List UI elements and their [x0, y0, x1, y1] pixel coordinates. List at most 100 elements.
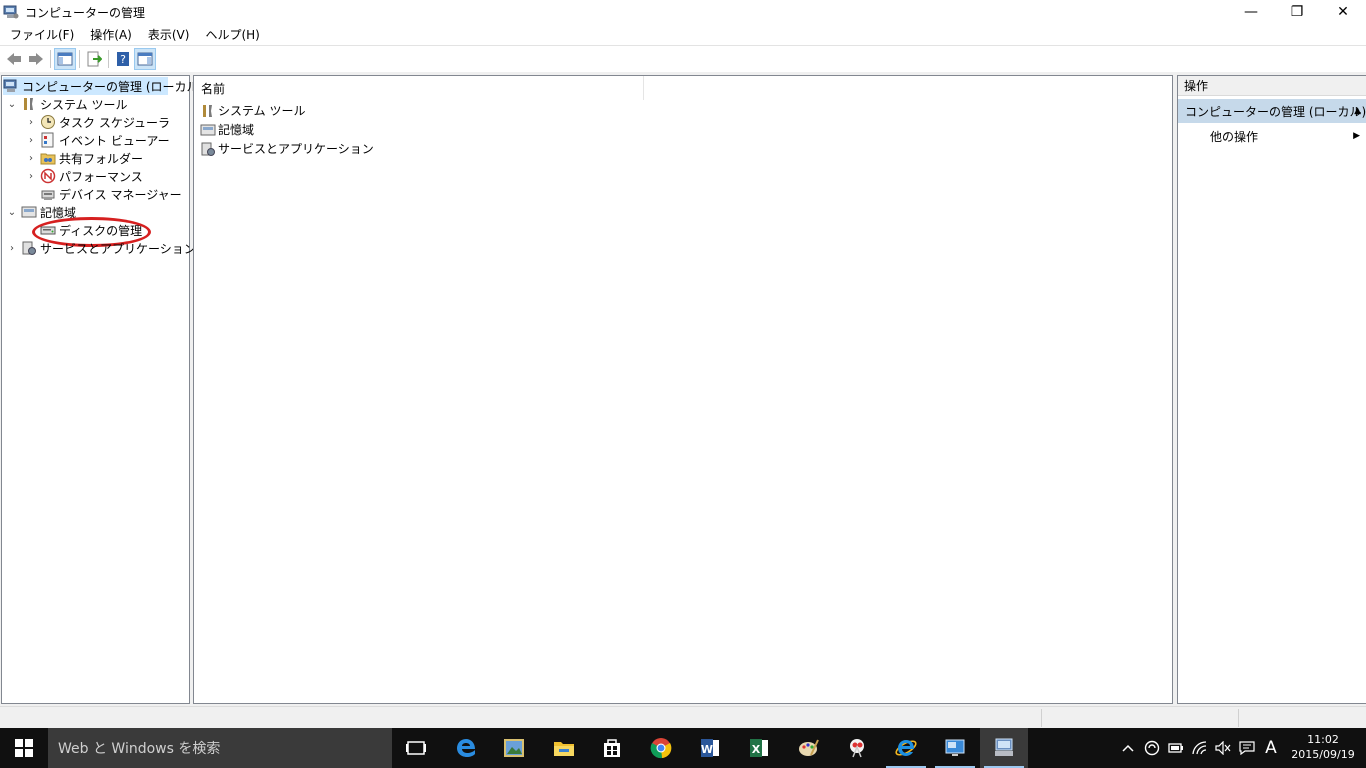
clock-time: 11:02 — [1307, 733, 1339, 746]
snipping-tool-button[interactable] — [833, 728, 881, 768]
export-list-button[interactable] — [83, 48, 105, 70]
excel-button[interactable]: X — [735, 728, 783, 768]
close-button[interactable]: ✕ — [1320, 0, 1366, 24]
clock-icon — [41, 115, 55, 129]
task-view-button[interactable] — [392, 728, 440, 768]
battery-icon — [1168, 743, 1183, 753]
file-explorer-button[interactable] — [540, 728, 588, 768]
tree-item-shared-folders[interactable]: › 共有フォルダー — [26, 149, 143, 167]
start-button[interactable] — [0, 728, 48, 768]
menu-view[interactable]: 表示(V) — [140, 26, 198, 43]
services-icon — [201, 142, 215, 156]
taskbar-search-box[interactable]: Web と Windows を検索 — [48, 728, 392, 768]
search-placeholder: Web と Windows を検索 — [58, 741, 221, 757]
tree-item-label: サービスとアプリケーション — [40, 241, 196, 256]
tree-item-event-viewer[interactable]: › イベント ビューアー — [26, 131, 170, 149]
shared-folder-icon — [40, 153, 56, 165]
toolbar-separator — [50, 49, 51, 68]
chevron-right-icon[interactable]: › — [26, 171, 36, 182]
internet-explorer-icon — [895, 740, 917, 756]
arrow-left-icon — [7, 52, 21, 65]
menu-bar: ファイル(F) 操作(A) 表示(V) ヘルプ(H) — [0, 24, 1366, 44]
chrome-button[interactable] — [637, 728, 685, 768]
actions-header: 操作 — [1178, 76, 1366, 96]
tree-item-performance[interactable]: › パフォーマンス — [26, 167, 143, 185]
word-icon: W — [701, 739, 719, 757]
clock[interactable]: 11:02 2015/09/19 — [1288, 732, 1358, 762]
back-button[interactable] — [3, 48, 25, 70]
column-header-name[interactable]: 名前 — [194, 76, 644, 100]
battery-button[interactable] — [1165, 728, 1187, 768]
computer-management-icon — [3, 79, 17, 92]
tree-item-services-applications[interactable]: › サービスとアプリケーション — [7, 239, 196, 257]
more-actions-item[interactable]: 他の操作 ▶ — [1210, 126, 1360, 146]
menu-action[interactable]: 操作(A) — [82, 26, 140, 43]
chevron-right-icon[interactable]: › — [26, 135, 36, 146]
action-pane-icon — [137, 52, 153, 65]
network-button[interactable] — [1189, 728, 1211, 768]
chevron-right-icon[interactable]: › — [26, 117, 36, 128]
tree-item-system-tools[interactable]: ⌄ システム ツール — [7, 95, 128, 113]
tree-item-task-scheduler[interactable]: › タスク スケジューラ — [26, 113, 170, 131]
status-divider — [1041, 709, 1042, 727]
computer-management-taskbar-button[interactable] — [980, 728, 1028, 768]
chevron-right-icon[interactable]: › — [26, 153, 36, 164]
tree-item-device-manager[interactable]: デバイス マネージャー — [40, 185, 182, 203]
show-hide-tree-button[interactable] — [54, 47, 76, 70]
chrome-icon — [650, 738, 672, 759]
console-tree-icon — [57, 52, 73, 65]
list-item[interactable]: 記憶域 — [200, 120, 254, 139]
main-content: コンピューターの管理 (ローカル) ⌄ システム ツール › タスク スケジュー… — [0, 72, 1366, 706]
chevron-down-icon[interactable]: ⌄ — [7, 99, 17, 110]
help-button[interactable]: ? — [112, 48, 134, 70]
tools-icon — [203, 104, 212, 117]
tree-item-label: イベント ビューアー — [59, 133, 170, 148]
tree-item-label: タスク スケジューラ — [59, 115, 170, 130]
show-hidden-icons-button[interactable] — [1118, 728, 1138, 768]
ime-mode-indicator[interactable]: A — [1260, 728, 1282, 768]
windows-logo-icon — [15, 739, 33, 757]
storage-icon — [200, 124, 216, 135]
edge-icon — [457, 739, 475, 757]
sync-status-button[interactable] — [1141, 728, 1163, 768]
restore-button[interactable]: ❐ — [1274, 0, 1320, 24]
wifi-icon — [1192, 741, 1207, 755]
internet-explorer-button[interactable] — [882, 728, 930, 768]
minimize-button[interactable]: — — [1228, 0, 1274, 24]
chevron-right-icon[interactable]: › — [7, 243, 17, 254]
chevron-up-icon — [1122, 744, 1134, 752]
photo-viewer-icon — [504, 739, 524, 757]
volume-button[interactable] — [1212, 728, 1234, 768]
list-item-label: システム ツール — [218, 104, 306, 118]
services-icon — [22, 241, 36, 255]
photos-button[interactable] — [490, 728, 538, 768]
computer-management-icon — [995, 738, 1013, 756]
actions-section-computer-management[interactable]: コンピューターの管理 (ローカル) ▲ — [1178, 99, 1366, 123]
status-divider — [1238, 709, 1239, 727]
show-hide-action-pane-button[interactable] — [134, 47, 156, 70]
list-item[interactable]: システム ツール — [200, 101, 305, 120]
status-bar — [0, 706, 1366, 728]
menu-help[interactable]: ヘルプ(H) — [197, 26, 267, 43]
action-center-button[interactable] — [1236, 728, 1258, 768]
edge-button[interactable] — [442, 728, 490, 768]
remote-desktop-icon — [945, 739, 965, 756]
word-button[interactable]: W — [686, 728, 734, 768]
taskbar: Web と Windows を検索 W X A 11:02 2015/09/19 — [0, 728, 1366, 768]
speaker-muted-icon — [1215, 741, 1231, 755]
store-button[interactable] — [588, 728, 636, 768]
remote-desktop-button[interactable] — [931, 728, 979, 768]
tree-item-label: 共有フォルダー — [59, 151, 144, 166]
collapse-arrow-icon[interactable]: ▲ — [1354, 106, 1361, 116]
store-bag-icon — [604, 739, 620, 757]
svg-text:W: W — [701, 743, 713, 756]
forward-button[interactable] — [25, 48, 47, 70]
tree-item-computer-management[interactable]: コンピューターの管理 (ローカル) — [3, 77, 203, 95]
menu-file[interactable]: ファイル(F) — [2, 26, 82, 43]
chevron-down-icon[interactable]: ⌄ — [7, 207, 17, 218]
tools-icon — [24, 98, 33, 110]
list-item[interactable]: サービスとアプリケーション — [200, 139, 374, 158]
toolbar-separator — [108, 49, 109, 68]
paint-button[interactable] — [784, 728, 832, 768]
tree-item-label: パフォーマンス — [59, 169, 143, 184]
